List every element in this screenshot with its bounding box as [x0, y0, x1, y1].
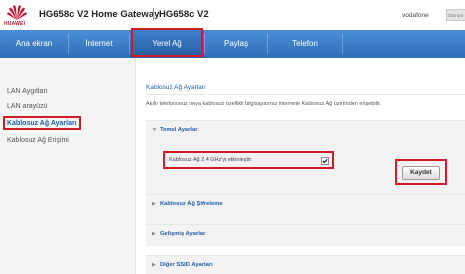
device-model: HG658c V2 [159, 9, 209, 20]
tab-telefon[interactable]: Telefon [268, 30, 342, 58]
sidebar-item-wireless-access[interactable]: Kablosuz Ağ Erişimi [7, 137, 69, 144]
caret-down-icon: ▼ [152, 127, 157, 133]
session-button[interactable]: Oturum [446, 9, 465, 21]
header-bar: HUAWEI HG658c V2 Home Gateway HG658c V2 … [0, 0, 465, 30]
section-header[interactable]: ▶ Kablosuz Ağ Şifreleme [152, 201, 223, 207]
wifi-24ghz-label: Kablosuz Ağ 2.4 GHz'yi etkinleştir: [169, 157, 253, 163]
title-divider [153, 8, 154, 21]
section-other-ssid: ▶ Diğer SSID Ayarları [146, 255, 465, 274]
nav-divider [342, 34, 343, 54]
tab-paylas[interactable]: Paylaş [205, 30, 267, 58]
section-header[interactable]: ▶ Diğer SSID Ayarları [152, 262, 213, 268]
brand-logo-text: HUAWEI [4, 21, 26, 27]
tab-yerel-ag[interactable]: Yerel Ağ [130, 30, 204, 58]
section-label: Kablosuz Ağ Şifreleme [160, 201, 223, 207]
sidebar: LAN Aygıtları LAN arayüzü Kablosuz Ağ Ay… [0, 58, 135, 274]
sidebar-item-lan-interface[interactable]: LAN arayüzü [7, 103, 47, 110]
caret-right-icon: ▶ [152, 262, 156, 268]
section-label: Diğer SSID Ayarları [160, 262, 213, 268]
operator-name: vodafone [402, 12, 429, 19]
section-header[interactable]: ▶ Gelişmiş Ayarlar [152, 231, 205, 237]
device-title: HG658c V2 Home Gateway [39, 9, 160, 20]
title-divider [146, 94, 465, 95]
save-button[interactable]: Kaydet [402, 166, 440, 180]
page-title: Kablosuz Ağ Ayarları [146, 84, 206, 91]
section-advanced-settings: ▶ Gelişmiş Ayarlar [146, 224, 465, 246]
wifi-24ghz-checkbox[interactable] [321, 157, 329, 165]
main-nav: Ana ekran İnternet Yerel Ağ Paylaş Telef… [0, 30, 465, 58]
wifi-24ghz-toggle-row: Kablosuz Ağ 2.4 GHz'yi etkinleştir: [166, 154, 332, 168]
caret-right-icon: ▶ [152, 231, 156, 237]
section-label: Gelişmiş Ayarlar [160, 231, 206, 237]
caret-right-icon: ▶ [152, 201, 156, 207]
section-basic-settings: ▼ Temel Ayarlar [146, 120, 465, 240]
tab-internet[interactable]: İnternet [69, 30, 129, 58]
sidebar-item-wireless-settings[interactable]: Kablosuz Ağ Ayarları [7, 120, 77, 127]
section-label: Temel Ayarlar [160, 127, 198, 133]
tab-ana-ekran[interactable]: Ana ekran [0, 30, 68, 58]
sidebar-item-lan-devices[interactable]: LAN Aygıtları [7, 88, 48, 95]
section-wireless-encryption: ▶ Kablosuz Ağ Şifreleme [146, 194, 465, 216]
checkmark-icon [322, 158, 328, 164]
section-header[interactable]: ▼ Temel Ayarlar [152, 127, 197, 133]
page-description: Akıllı telefonunuz veya kablosuz özellik… [146, 101, 382, 107]
